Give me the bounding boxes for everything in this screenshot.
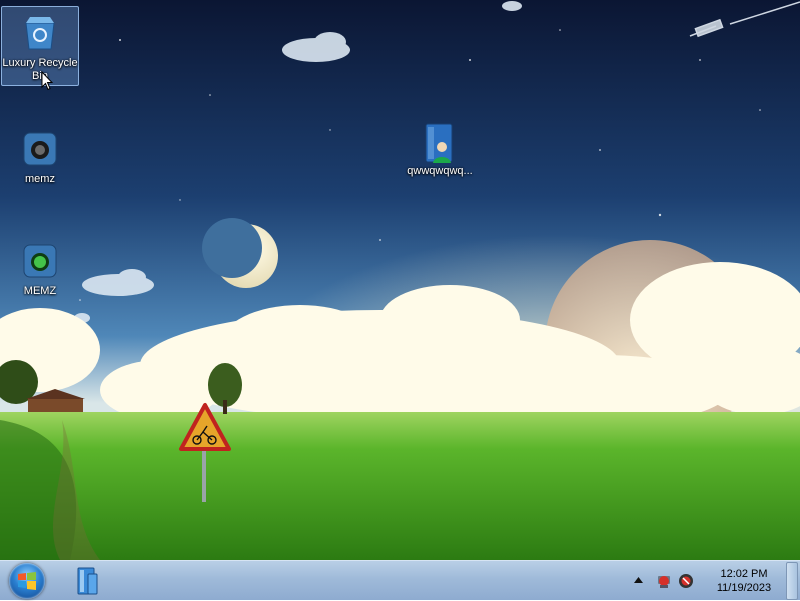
file-explorer-icon <box>77 567 98 595</box>
desktop-icon-memz-upper[interactable]: MEMZ <box>1 234 79 297</box>
desktop-wallpaper <box>0 0 800 560</box>
windows-logo-icon <box>18 572 36 590</box>
desktop-icon-luxury-recycle-bin[interactable]: Luxury Recycle Bin <box>1 6 79 86</box>
mouse-pointer-icon <box>41 71 53 91</box>
desktop-icon-memz[interactable]: memz <box>1 122 79 185</box>
clock-date: 11/19/2023 <box>716 582 772 594</box>
clock[interactable]: 12:02 PM 11/19/2023 <box>706 567 782 595</box>
desktop-icon-label: Luxury Recycle Bin <box>2 57 78 82</box>
desktop-icon-user-folder[interactable]: qwwqwqwq... <box>400 114 480 186</box>
network-icon[interactable] <box>656 573 672 589</box>
desktop-icon-label: MEMZ <box>23 285 57 297</box>
user-folder-icon <box>420 121 460 163</box>
taskbar-pinned-file-explorer[interactable] <box>66 561 108 601</box>
system-tray <box>628 561 700 601</box>
clock-time: 12:02 PM <box>720 568 768 580</box>
volume-muted-icon[interactable] <box>678 573 694 589</box>
program-icon <box>20 129 60 169</box>
start-button[interactable] <box>9 563 45 599</box>
show-desktop-button[interactable] <box>786 562 798 600</box>
taskbar: 12:02 PM 11/19/2023 <box>0 560 800 600</box>
desktop-icon-label: memz <box>25 173 55 185</box>
recycle-bin-icon <box>20 13 60 53</box>
desktop-icon-label: qwwqwqwq... <box>407 165 473 177</box>
program-icon <box>20 241 60 281</box>
show-hidden-icons-arrow[interactable] <box>634 577 643 583</box>
